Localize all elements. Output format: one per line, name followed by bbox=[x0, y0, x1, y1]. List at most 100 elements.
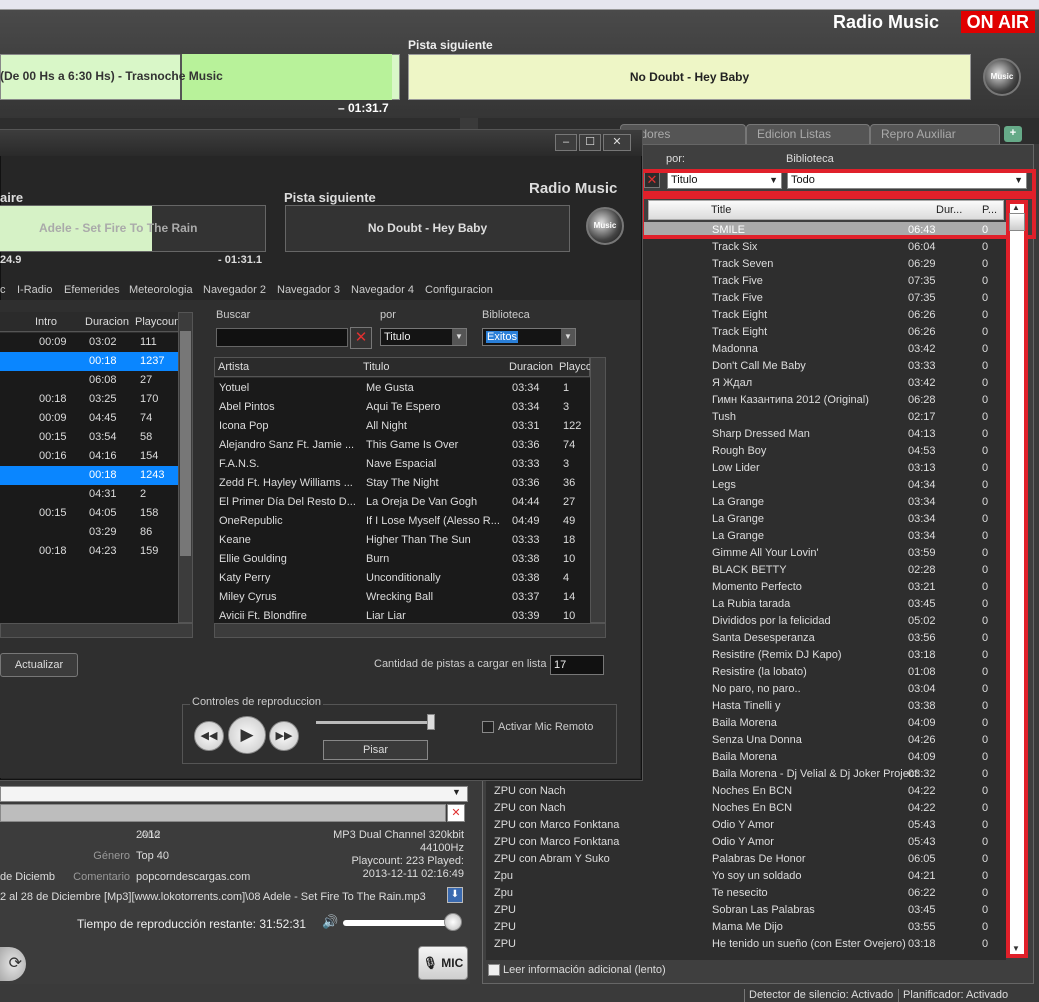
volume-slider-knob[interactable] bbox=[444, 913, 462, 931]
hits-row[interactable]: Abel Pintos Aqui Te Espero 03:34 3 bbox=[214, 398, 590, 417]
mic-button[interactable]: 🎙 MIC bbox=[418, 946, 468, 980]
forward-button[interactable]: ▶▶ bbox=[269, 721, 299, 751]
volume-icon[interactable]: 🔊 bbox=[322, 914, 338, 930]
mix-slider-knob[interactable] bbox=[427, 714, 435, 730]
close-button[interactable]: ✕ bbox=[603, 134, 631, 151]
file-path: 2 al 28 de Diciembre [Mp3][www.lokotorre… bbox=[0, 891, 426, 903]
minimize-button[interactable]: – bbox=[555, 134, 577, 151]
queue-row[interactable]: 06:08 27 bbox=[0, 371, 178, 390]
column-playcount[interactable]: Playco bbox=[559, 361, 592, 373]
tab-configuracion[interactable]: Configuracion bbox=[425, 284, 493, 296]
library-row[interactable]: Zpu Yo soy un soldado 04:21 0 bbox=[486, 868, 1006, 885]
column-titulo[interactable]: Titulo bbox=[363, 361, 390, 373]
queue-row[interactable]: 04:31 2 bbox=[0, 485, 178, 504]
queue-row[interactable]: 00:09 03:02 111 bbox=[0, 333, 178, 352]
hits-row[interactable]: Ellie Goulding Burn 03:38 10 bbox=[214, 550, 590, 569]
row-artist: Abel Pintos bbox=[219, 401, 275, 413]
tracks-to-load-stepper[interactable]: 17 bbox=[550, 655, 604, 675]
read-extra-info-checkbox[interactable] bbox=[488, 964, 500, 976]
library-row[interactable]: Zpu Te nesecito 06:22 0 bbox=[486, 885, 1006, 902]
tab-navegador-2[interactable]: Navegador 2 bbox=[203, 284, 266, 296]
hits-row[interactable]: Miley Cyrus Wrecking Ball 03:37 14 bbox=[214, 588, 590, 607]
brand-title: Radio Music bbox=[832, 12, 939, 32]
scroll-up-icon[interactable]: ▲ bbox=[1012, 203, 1020, 212]
library-row[interactable]: ZPU con Nach Noches En BCN 04:22 0 bbox=[486, 783, 1006, 800]
tab-i-radio[interactable]: I-Radio bbox=[17, 284, 52, 296]
tab-navegador-4[interactable]: Navegador 4 bbox=[351, 284, 414, 296]
search-field-select[interactable]: Titulo ▼ bbox=[380, 328, 467, 346]
queue-hscrollbar[interactable] bbox=[0, 623, 193, 638]
row-playcount: 0 bbox=[982, 751, 989, 763]
column-duracion[interactable]: Duracion bbox=[85, 316, 129, 328]
queue-scrollbar-thumb[interactable] bbox=[180, 331, 191, 556]
tab-navegador-3[interactable]: Navegador 3 bbox=[277, 284, 340, 296]
column-duracion[interactable]: Duracion bbox=[509, 361, 553, 373]
window-titlebar[interactable] bbox=[0, 130, 642, 156]
queue-row[interactable]: 00:09 04:45 74 bbox=[0, 409, 178, 428]
chevron-down-icon[interactable]: ▼ bbox=[452, 787, 461, 797]
track-combo[interactable] bbox=[0, 786, 468, 802]
hits-row[interactable]: Keane Higher Than The Sun 03:33 18 bbox=[214, 531, 590, 550]
hits-table[interactable]: Yotuel Me Gusta 03:34 1 Abel Pintos Aqui Te E… bbox=[214, 378, 590, 623]
library-row[interactable]: ZPU Sobran Las Palabras 03:45 0 bbox=[486, 902, 1006, 919]
column-playcount[interactable]: Playcoun bbox=[135, 316, 180, 328]
queue-row[interactable]: 00:18 1237 bbox=[0, 352, 178, 371]
play-button[interactable]: ▶ bbox=[228, 716, 266, 754]
hits-row[interactable]: El Primer Día Del Resto D... La Oreja De … bbox=[214, 493, 590, 512]
library-row[interactable]: ZPU Mama Me Dijo 03:55 0 bbox=[486, 919, 1006, 936]
hits-row[interactable]: Alejandro Sanz Ft. Jamie ... This Game Is… bbox=[214, 436, 590, 455]
update-button[interactable]: Actualizar bbox=[0, 653, 78, 677]
library-row[interactable]: ZPU con Nach Noches En BCN 04:22 0 bbox=[486, 800, 1006, 817]
library-row[interactable]: ZPU con Abram Y Suko Palabras De Honor 06:… bbox=[486, 851, 1006, 868]
scrollbar-thumb[interactable] bbox=[1009, 213, 1025, 231]
library-scrollbar[interactable] bbox=[1006, 200, 1028, 958]
queue-row[interactable]: 03:29 86 bbox=[0, 523, 178, 542]
library-select[interactable]: Exitos ▼ bbox=[482, 328, 576, 346]
queue-row[interactable]: 00:15 04:05 158 bbox=[0, 504, 178, 523]
queue-row[interactable]: 00:18 1243 bbox=[0, 466, 178, 485]
row-playcount: 0 bbox=[982, 615, 989, 627]
hits-row[interactable]: OneRepublic If I Lose Myself (Alesso R...… bbox=[214, 512, 590, 531]
hits-row[interactable]: Icona Pop All Night 03:31 122 bbox=[214, 417, 590, 436]
library-row[interactable]: ZPU con Marco Fonktana Odio Y Amor 05:43 0 bbox=[486, 817, 1006, 834]
tab-meteorologia[interactable]: Meteorologia bbox=[129, 284, 193, 296]
queue-row[interactable]: 00:16 04:16 154 bbox=[0, 447, 178, 466]
hits-hscrollbar[interactable] bbox=[214, 623, 606, 638]
rewind-button[interactable]: ◀◀ bbox=[194, 721, 224, 751]
status-scheduler: Planificador: Activado bbox=[898, 989, 1018, 1002]
library-label: Biblioteca bbox=[786, 153, 834, 165]
tab-edicion-listas[interactable]: Edicion Listas bbox=[746, 124, 870, 144]
row-title: Santa Desesperanza bbox=[712, 632, 815, 644]
library-row[interactable]: ZPU con Marco Fonktana Odio Y Amor 05:43 0 bbox=[486, 834, 1006, 851]
hits-row[interactable]: Katy Perry Unconditionally 03:38 4 bbox=[214, 569, 590, 588]
download-icon[interactable]: ⬇ bbox=[447, 887, 463, 903]
queue-table[interactable]: 00:09 03:02 111 00:18 1237 06:08 27 00:18 03:25 1… bbox=[0, 333, 178, 623]
tab-partial[interactable]: c bbox=[0, 284, 6, 296]
tab-repro-auxiliar[interactable]: Repro Auxiliar bbox=[870, 124, 1000, 144]
clear-track-button[interactable]: ✕ bbox=[447, 804, 465, 822]
track-input[interactable] bbox=[0, 804, 446, 822]
remote-mic-checkbox[interactable] bbox=[482, 721, 494, 733]
maximize-button[interactable]: ☐ bbox=[579, 134, 601, 151]
tab-efemerides[interactable]: Efemerides bbox=[64, 284, 120, 296]
library-row[interactable]: ZPU He tenido un sueño (con Ester Ovejero… bbox=[486, 936, 1006, 953]
row-duration: 03:54 bbox=[89, 431, 117, 443]
column-artista[interactable]: Artista bbox=[218, 361, 249, 373]
hits-row[interactable]: Avicii Ft. Blondfire Liar Liar 03:39 10 bbox=[214, 607, 590, 623]
search-field-value: Titulo bbox=[384, 331, 411, 343]
search-input[interactable] bbox=[216, 328, 348, 347]
queue-row[interactable]: 00:18 03:25 170 bbox=[0, 390, 178, 409]
clear-search-button[interactable]: ✕ bbox=[350, 327, 372, 349]
mix-slider[interactable] bbox=[316, 721, 432, 724]
scroll-down-icon[interactable]: ▼ bbox=[1012, 944, 1020, 953]
add-tab-button[interactable]: + bbox=[1004, 126, 1022, 142]
hits-row[interactable]: Yotuel Me Gusta 03:34 1 bbox=[214, 379, 590, 398]
pisar-button[interactable]: Pisar bbox=[323, 740, 428, 760]
queue-row[interactable]: 00:15 03:54 58 bbox=[0, 428, 178, 447]
queue-row[interactable]: 00:18 04:23 159 bbox=[0, 542, 178, 561]
hits-row[interactable]: Zedd Ft. Hayley Williams ... Stay The Nig… bbox=[214, 474, 590, 493]
hits-row[interactable]: F.A.N.S. Nave Espacial 03:33 3 bbox=[214, 455, 590, 474]
hits-scrollbar[interactable] bbox=[590, 357, 606, 623]
row-playcount: 0 bbox=[982, 445, 989, 457]
column-intro[interactable]: Intro bbox=[35, 316, 57, 328]
